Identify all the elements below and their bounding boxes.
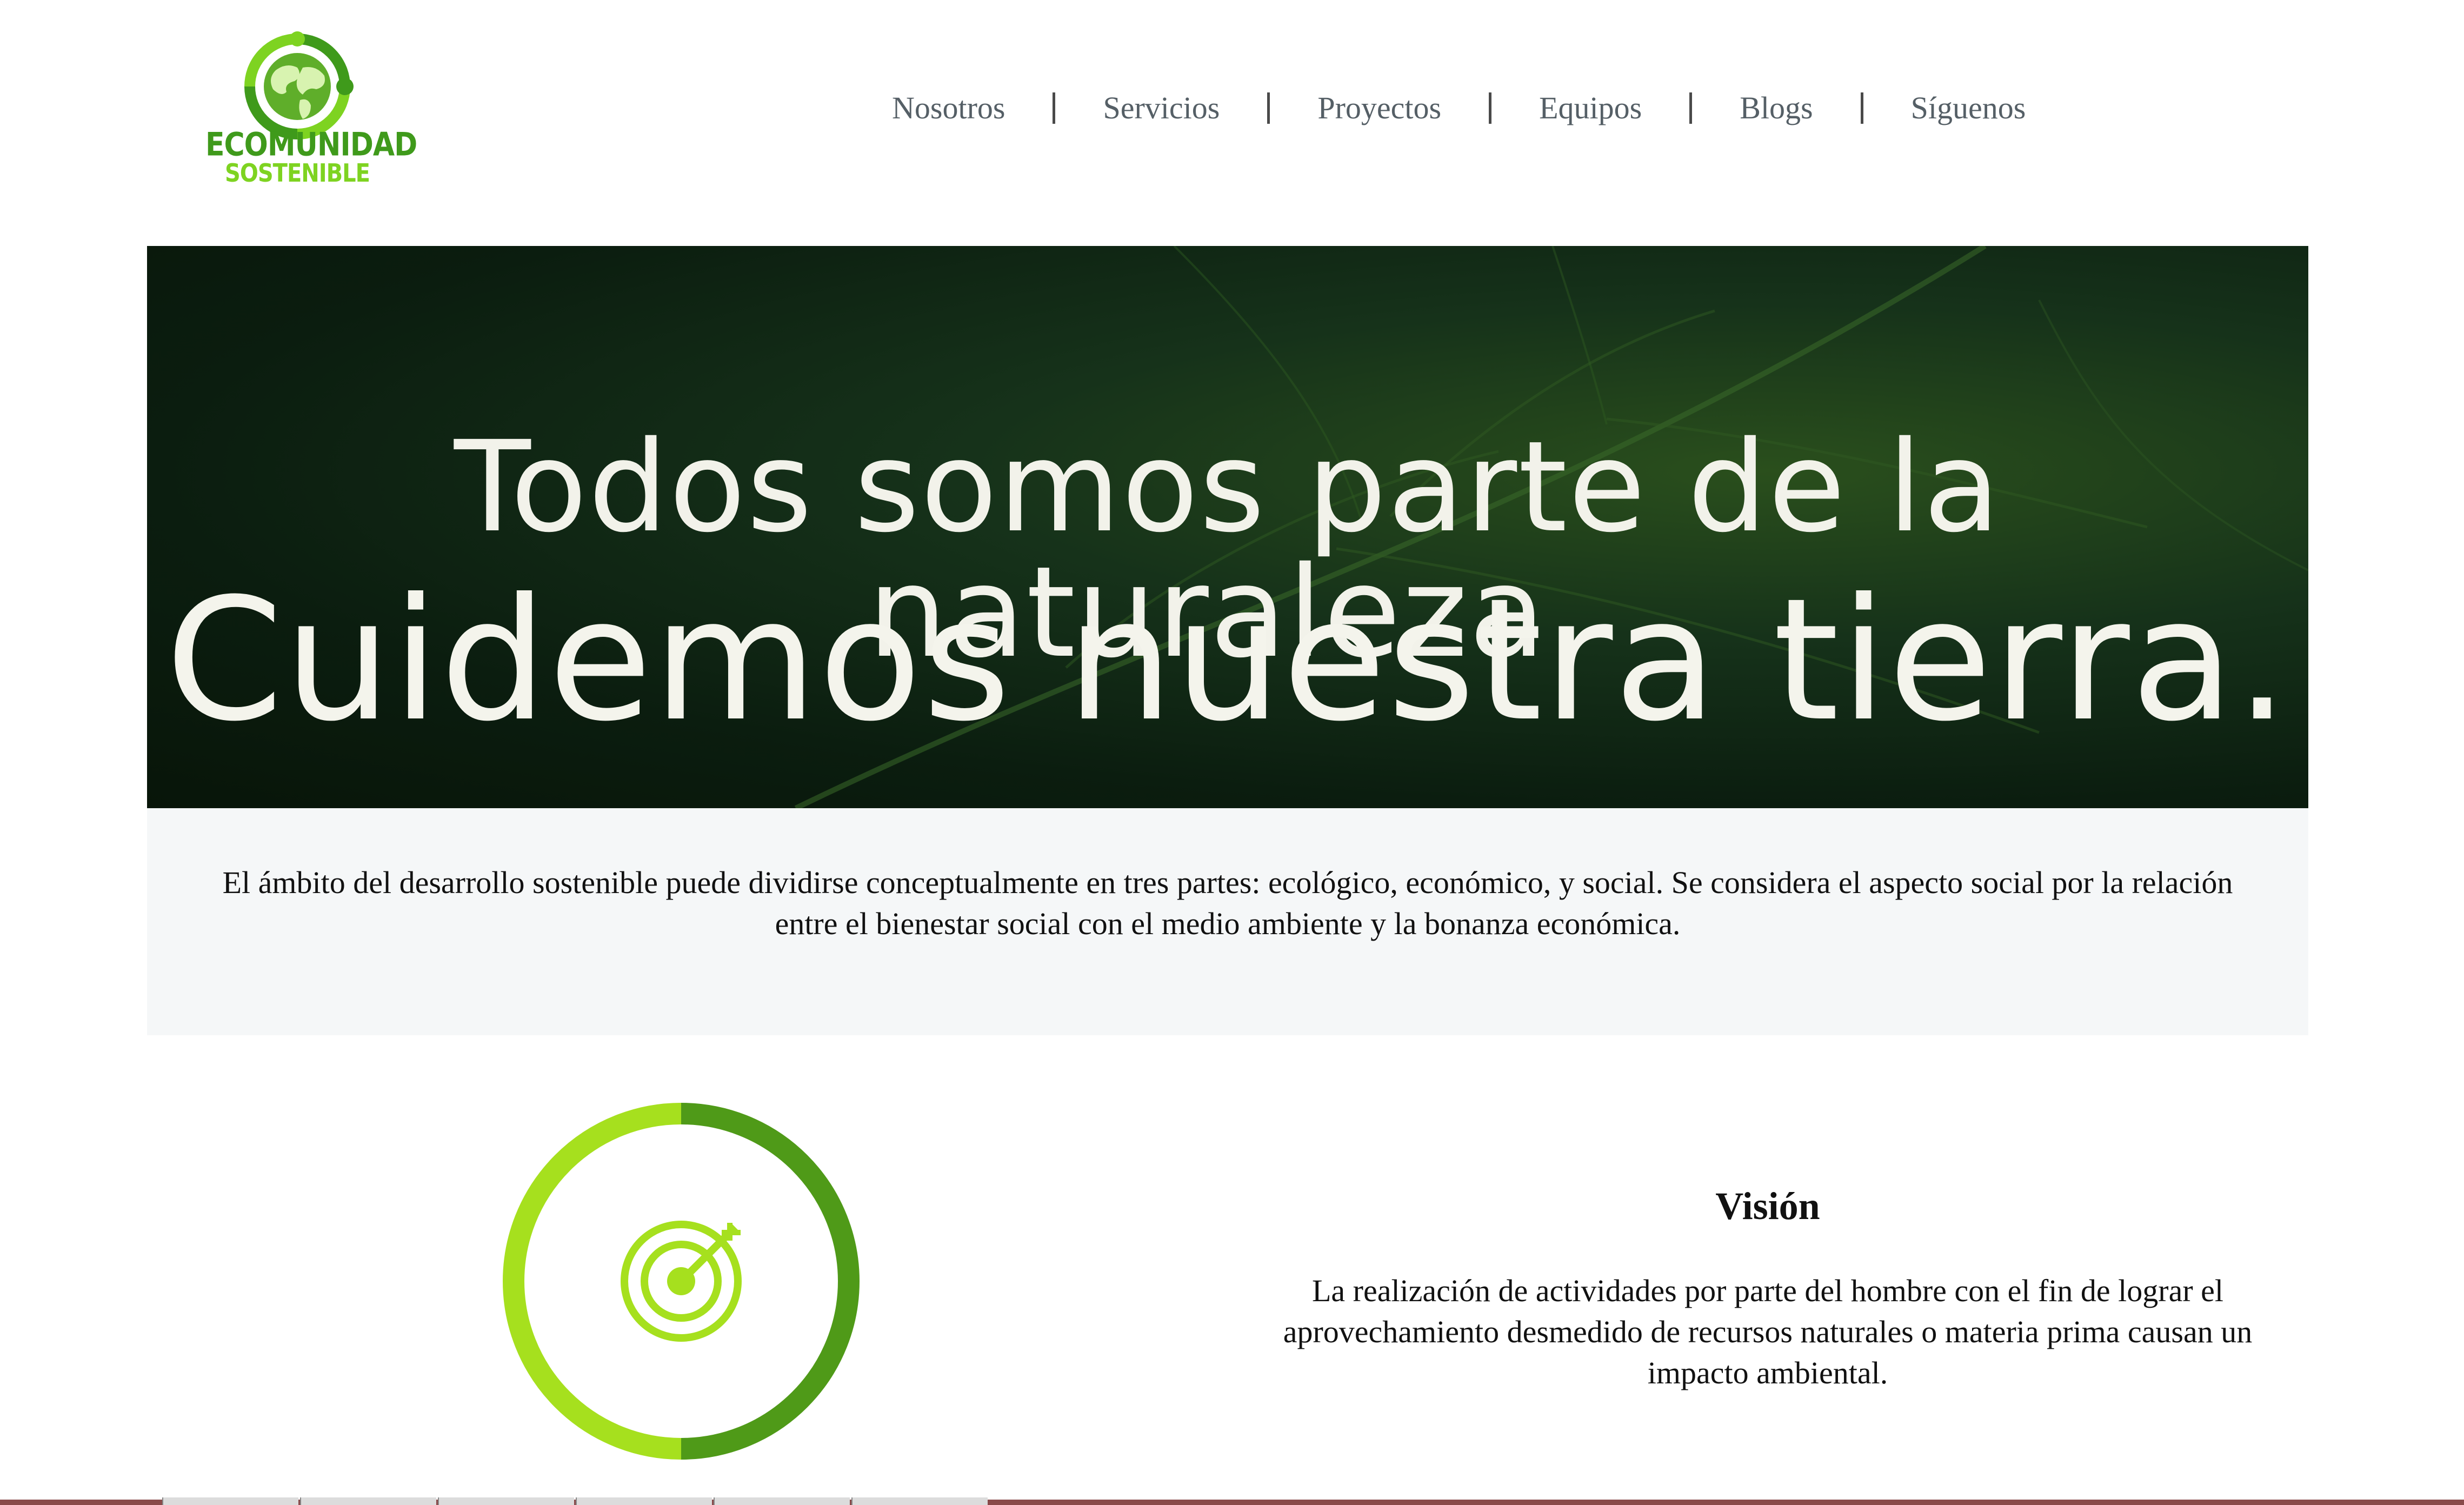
- brand-logo[interactable]: ECOMUNIDAD SOSTENIBLE: [205, 27, 417, 195]
- nav-item-siguenos[interactable]: Síguenos: [1863, 92, 2074, 124]
- bottom-tab[interactable]: [714, 1497, 850, 1505]
- vision-text: La realización de actividades por parte …: [1283, 1273, 2253, 1390]
- nav-item-blogs[interactable]: Blogs: [1692, 92, 1863, 124]
- nav-item-nosotros[interactable]: Nosotros: [876, 92, 1056, 124]
- target-icon: [621, 1221, 742, 1342]
- vision-ring-graphic: [503, 1103, 860, 1460]
- nav-item-proyectos[interactable]: Proyectos: [1270, 92, 1492, 124]
- bottom-tab[interactable]: [851, 1497, 988, 1505]
- brand-name-line2: SOSTENIBLE: [225, 159, 370, 188]
- bottom-tab[interactable]: [300, 1497, 436, 1505]
- bottom-tab[interactable]: [576, 1497, 712, 1505]
- nav-item-servicios[interactable]: Servicios: [1055, 92, 1270, 124]
- brand-name-line1: ECOMUNIDAD: [205, 126, 417, 164]
- vision-title: Visión: [1715, 1184, 1820, 1228]
- bottom-tab[interactable]: [438, 1497, 574, 1505]
- intro-section: El ámbito del desarrollo sostenible pued…: [147, 808, 2308, 1035]
- hero-banner: Todos somos parte de la naturaleza. Cuid…: [147, 246, 2308, 808]
- main-nav: Nosotros Servicios Proyectos Equipos Blo…: [876, 81, 2073, 135]
- intro-text: El ámbito del desarrollo sostenible pued…: [222, 865, 2233, 941]
- nav-item-equipos[interactable]: Equipos: [1491, 92, 1693, 124]
- hero-subheadline: Cuidemos nuestra tierra.: [165, 562, 2290, 758]
- bottom-tab[interactable]: [162, 1497, 298, 1505]
